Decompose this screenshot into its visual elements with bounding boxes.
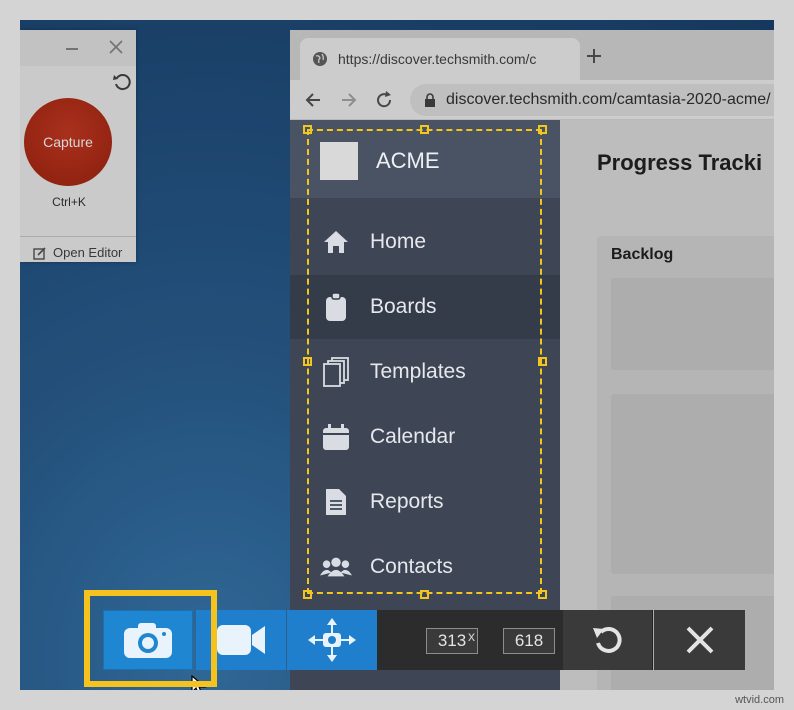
selection-region[interactable] <box>307 129 542 594</box>
resize-handle[interactable] <box>538 590 547 599</box>
page-title: Progress Tracki <box>597 150 763 175</box>
back-icon[interactable] <box>304 90 324 110</box>
board-card[interactable] <box>611 394 774 574</box>
reset-selection-button[interactable] <box>563 610 653 670</box>
minimize-icon[interactable] <box>66 48 78 50</box>
capture-video-button[interactable] <box>196 610 286 670</box>
edit-icon <box>33 246 46 260</box>
desktop: Capture Ctrl+K Open Editor https://disco… <box>20 20 774 690</box>
move-selection-button[interactable] <box>287 610 377 670</box>
resize-handle[interactable] <box>420 590 429 599</box>
watermark: wtvid.com <box>735 694 784 706</box>
cancel-capture-button[interactable] <box>654 610 745 670</box>
resize-handle[interactable] <box>303 357 312 366</box>
resize-handle[interactable] <box>303 590 312 599</box>
board-card[interactable] <box>611 278 774 370</box>
video-camera-icon <box>217 625 265 655</box>
column-title: Backlog <box>611 246 674 263</box>
browser-tab[interactable]: https://discover.techsmith.com/c <box>300 38 580 80</box>
capture-widget-titlebar <box>20 30 136 66</box>
tab-title: https://discover.techsmith.com/c <box>338 51 537 67</box>
globe-icon <box>313 52 327 66</box>
capture-button[interactable]: Capture <box>24 98 112 186</box>
resize-handle[interactable] <box>303 125 312 134</box>
close-icon <box>686 626 713 654</box>
browser-toolbar: discover.techsmith.com/camtasia-2020-acm… <box>290 80 774 120</box>
resize-handle[interactable] <box>538 125 547 134</box>
open-editor-label: Open Editor <box>53 245 123 260</box>
main-content: Progress Tracki Backlog <box>560 120 774 690</box>
divider <box>20 236 136 237</box>
new-tab-icon[interactable] <box>584 46 604 66</box>
dimensions-panel: 313 x 618 <box>377 610 563 670</box>
camera-icon <box>124 623 172 658</box>
capture-hotkey: Ctrl+K <box>52 195 86 209</box>
resize-handle[interactable] <box>420 125 429 134</box>
move-arrows-icon <box>308 618 356 662</box>
tab-strip: https://discover.techsmith.com/c <box>290 30 774 80</box>
close-icon[interactable] <box>108 39 124 55</box>
address-bar[interactable]: discover.techsmith.com/camtasia-2020-acm… <box>410 84 774 116</box>
open-editor-button[interactable]: Open Editor <box>33 245 122 260</box>
reload-icon[interactable] <box>374 90 394 110</box>
mouse-cursor-icon <box>191 675 207 690</box>
forward-icon[interactable] <box>338 90 358 110</box>
capture-button-label: Capture <box>43 134 93 150</box>
dimension-separator: x <box>468 628 475 644</box>
height-input[interactable]: 618 <box>503 628 555 654</box>
capture-widget: Capture Ctrl+K Open Editor <box>20 30 136 262</box>
url-text: discover.techsmith.com/camtasia-2020-acm… <box>446 91 771 108</box>
capture-image-button[interactable] <box>103 610 193 670</box>
lock-icon <box>425 93 435 107</box>
reset-icon[interactable] <box>112 72 132 92</box>
resize-handle[interactable] <box>538 357 547 366</box>
reset-icon <box>592 626 622 653</box>
capture-toolbar: 313 x 618 <box>103 610 745 670</box>
